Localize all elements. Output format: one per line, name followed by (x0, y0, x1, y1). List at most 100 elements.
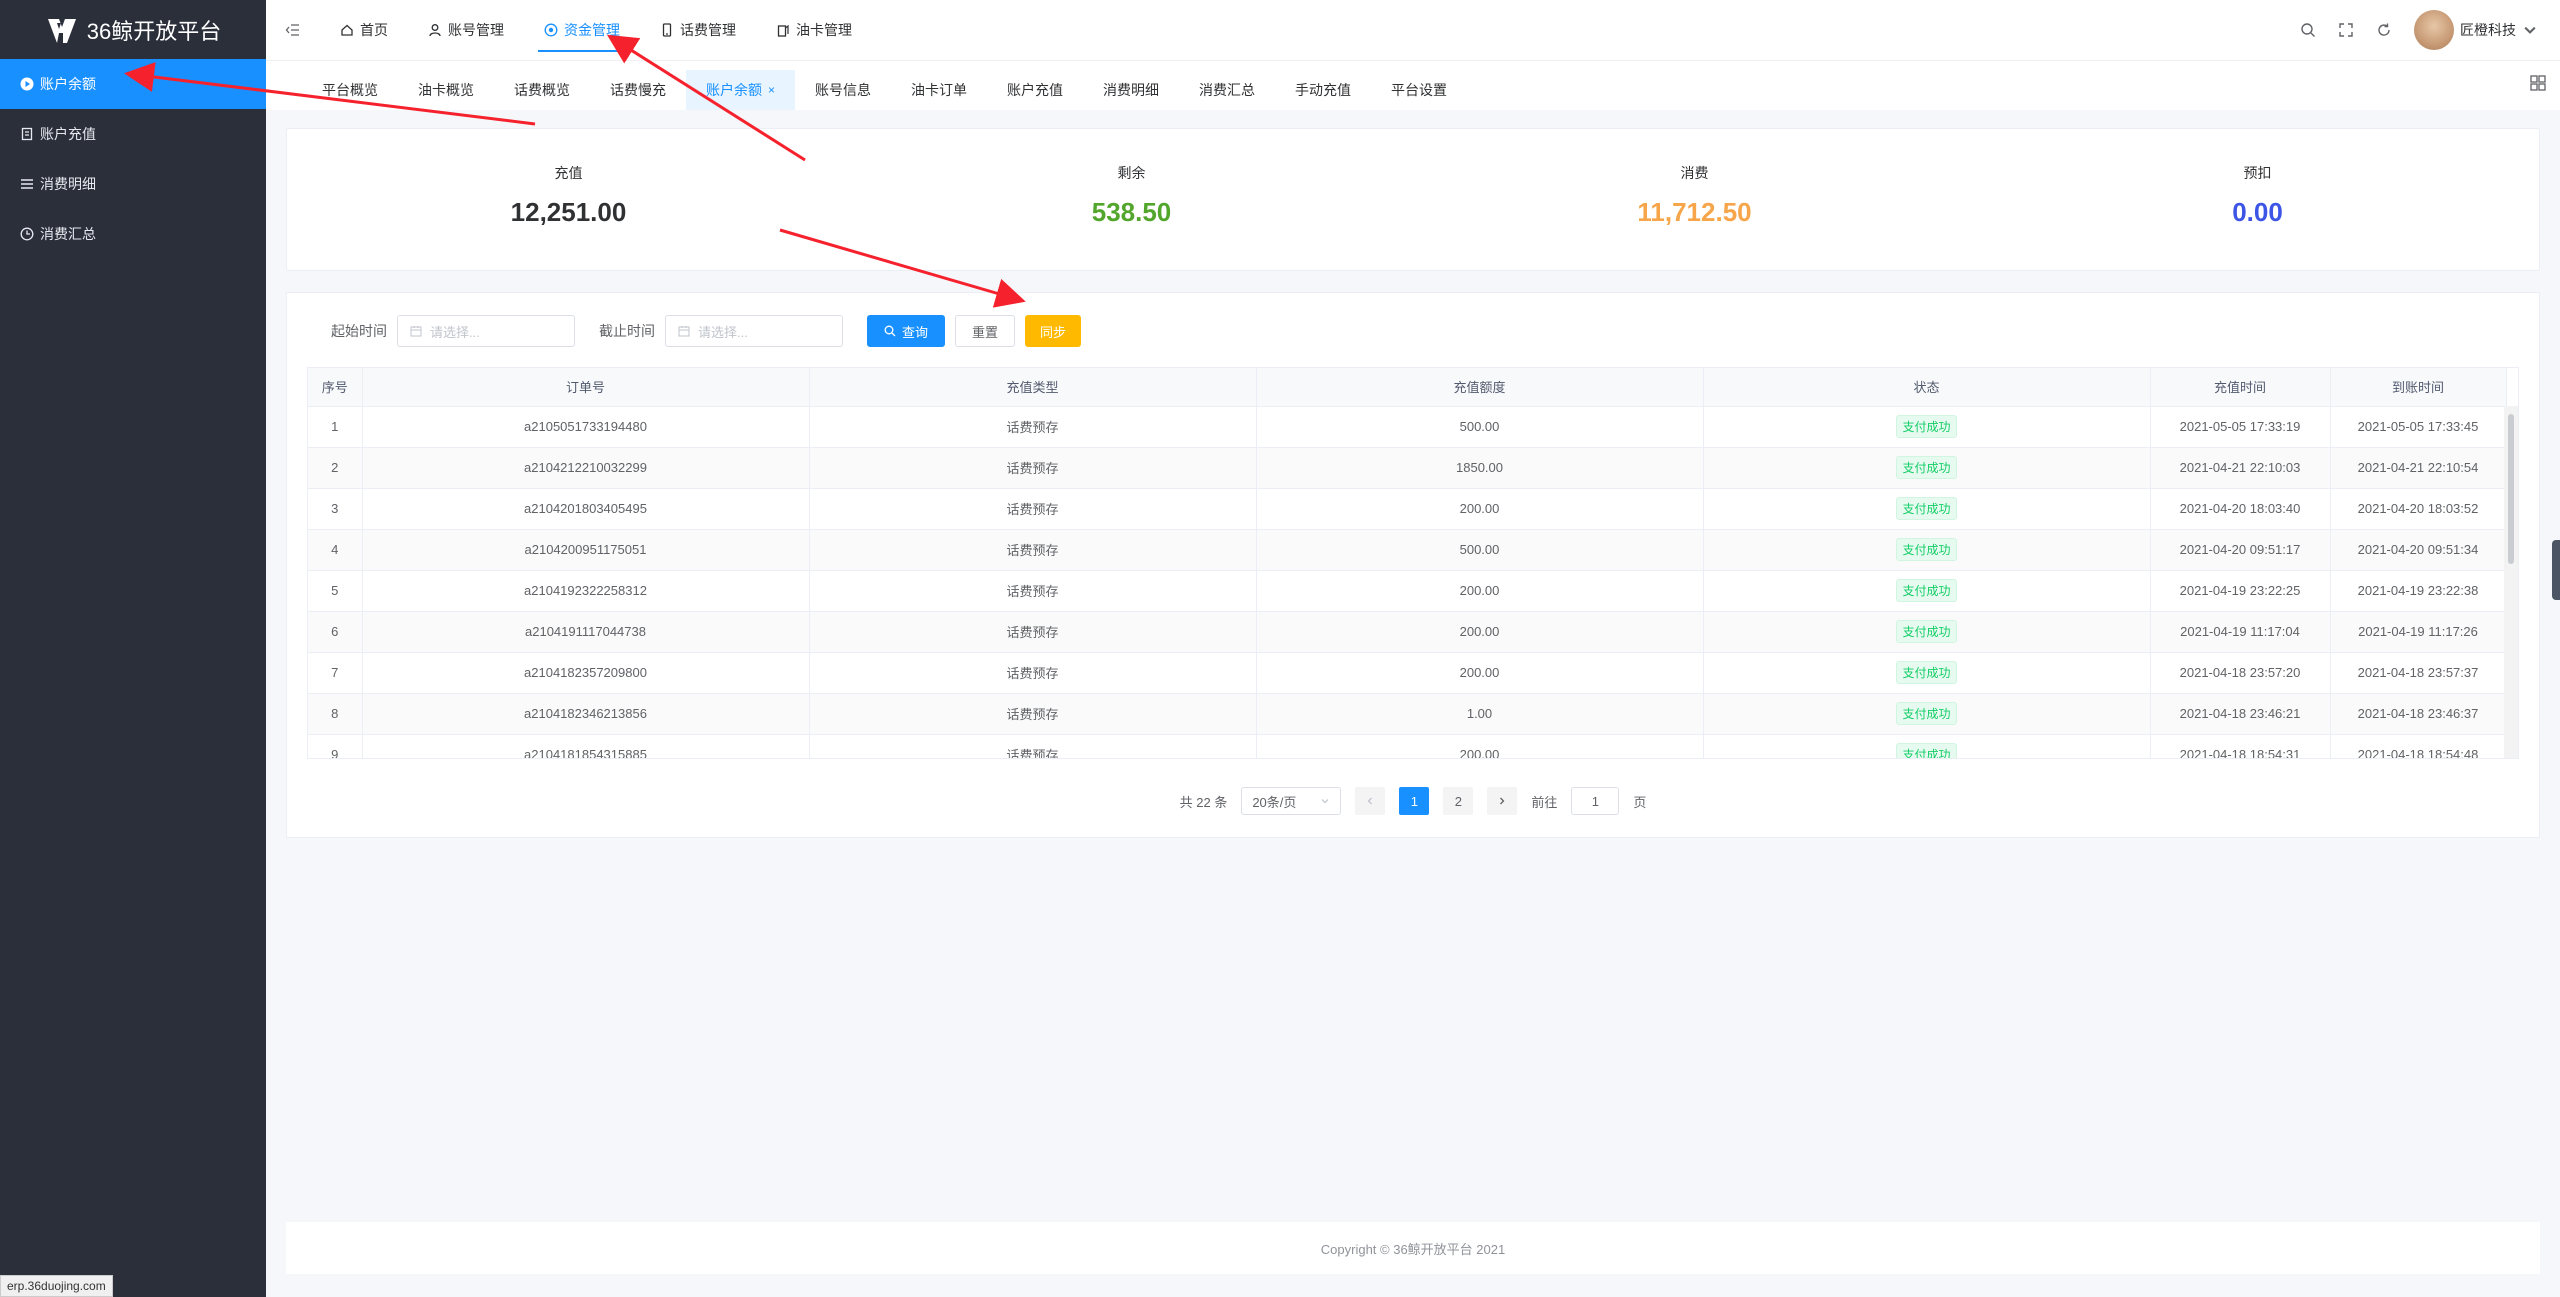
cell-type: 话费预存 (809, 406, 1257, 448)
tab-label: 话费慢充 (610, 82, 666, 98)
side-drawer-handle[interactable] (2552, 540, 2560, 600)
collapse-menu-icon[interactable] (266, 22, 320, 38)
cell-status: 支付成功 (1703, 406, 2151, 448)
search-icon[interactable] (2300, 22, 2316, 38)
cell-type: 话费预存 (809, 529, 1257, 571)
tab-consumption-detail[interactable]: 消费明细 (1083, 70, 1179, 110)
table-row[interactable]: 3 a2104201803405495 话费预存 200.00 支付成功 202… (308, 488, 2507, 530)
cell-type: 话费预存 (809, 570, 1257, 612)
col-recharge-type[interactable]: 充值类型 (809, 368, 1257, 407)
topnav-label: 账号管理 (448, 22, 504, 38)
tab-platform-settings[interactable]: 平台设置 (1371, 70, 1467, 110)
cell-order-no: a2104192322258312 (362, 570, 810, 612)
scrollbar-thumb[interactable] (2508, 414, 2514, 564)
status-badge: 支付成功 (1896, 620, 1957, 643)
tab-phone-fee-overview[interactable]: 话费概览 (494, 70, 590, 110)
table-row[interactable]: 9 a2104181854315885 话费预存 200.00 支付成功 202… (308, 734, 2507, 758)
tab-account-info[interactable]: 账号信息 (795, 70, 891, 110)
col-index[interactable]: 序号 (308, 368, 363, 407)
cell-index: 6 (308, 611, 363, 653)
search-button-label: 查询 (902, 324, 929, 340)
user-menu[interactable]: 匠橙科技 (2414, 10, 2538, 50)
refresh-icon[interactable] (2376, 22, 2392, 38)
topnav-label: 话费管理 (680, 22, 736, 38)
sidebar-item-account-recharge[interactable]: 账户充值 (0, 109, 266, 159)
col-order-no[interactable]: 订单号 (362, 368, 810, 407)
balance-stats-card: 充值 12,251.00 剩余 538.50 消费 11,712.50 预扣 0… (286, 128, 2540, 271)
cell-arrival-time: 2021-05-05 17:33:45 (2330, 406, 2507, 448)
pagination: 共 22 条 20条/页 1 2 前往 1 页 (287, 787, 2539, 815)
cell-recharge-time: 2021-04-19 11:17:04 (2150, 611, 2331, 653)
page-1-button[interactable]: 1 (1399, 787, 1430, 815)
cell-index: 2 (308, 447, 363, 489)
table-row[interactable]: 2 a2104212210032299 话费预存 1850.00 支付成功 20… (308, 447, 2507, 489)
topnav-home[interactable]: 首页 (320, 0, 408, 60)
table-row[interactable]: 1 a2105051733194480 话费预存 500.00 支付成功 202… (308, 406, 2507, 448)
tab-label: 油卡概览 (418, 82, 474, 98)
tab-platform-overview[interactable]: 平台概览 (302, 70, 398, 110)
cell-order-no: a2104182357209800 (362, 652, 810, 694)
topnav-fund-management[interactable]: 资金管理 (524, 0, 640, 60)
tab-account-balance[interactable]: 账户余额 × (686, 70, 796, 110)
start-time-picker[interactable]: 请选择... (397, 315, 575, 347)
page-2-button[interactable]: 2 (1443, 787, 1474, 815)
sidebar-item-label: 消费汇总 (40, 226, 96, 242)
tags-view: 平台概览 油卡概览 话费概览 话费慢充 账户余额 × 账号信息 油卡订单 账户充… (266, 60, 2560, 110)
col-recharge-time[interactable]: 充值时间 (2150, 368, 2331, 407)
table-row[interactable]: 7 a2104182357209800 话费预存 200.00 支付成功 202… (308, 652, 2507, 694)
footer: Copyright © 36鲸开放平台 2021 (286, 1222, 2540, 1274)
sidebar-item-account-balance[interactable]: 账户余额 (0, 59, 266, 109)
page-unit: 页 (1633, 794, 1647, 810)
status-badge: 支付成功 (1896, 497, 1957, 520)
cell-status: 支付成功 (1703, 652, 2151, 694)
tab-account-recharge[interactable]: 账户充值 (987, 70, 1083, 110)
col-amount[interactable]: 充值额度 (1256, 368, 1704, 407)
calendar-icon (678, 326, 690, 337)
table-row[interactable]: 5 a2104192322258312 话费预存 200.00 支付成功 202… (308, 570, 2507, 612)
cell-status: 支付成功 (1703, 570, 2151, 612)
home-icon (341, 24, 353, 36)
close-icon[interactable]: × (768, 83, 775, 97)
copyright-text: Copyright © 36鲸开放平台 2021 (1320, 1241, 1506, 1257)
col-arrival-time[interactable]: 到账时间 (2330, 368, 2507, 407)
sidebar: 36鲸开放平台 账户余额 账户充值 消费明细 消费汇总 (0, 0, 266, 1297)
sidebar-item-label: 账户充值 (40, 126, 96, 142)
page-size-select[interactable]: 20条/页 (1241, 787, 1342, 815)
tab-label: 账户充值 (1007, 82, 1064, 98)
cell-amount: 200.00 (1256, 734, 1704, 758)
reset-button[interactable]: 重置 (955, 315, 1016, 347)
total-count: 共 22 条 (1179, 794, 1228, 810)
sidebar-item-consumption-summary[interactable]: 消费汇总 (0, 209, 266, 259)
cell-order-no: a2104181854315885 (362, 734, 810, 758)
grid-icon[interactable] (2530, 75, 2546, 91)
logo[interactable]: 36鲸开放平台 (0, 0, 266, 59)
top-bar: 首页 账号管理 资金管理 话费管理 油卡管理 匠橙科技 (266, 0, 2560, 60)
table-row[interactable]: 8 a2104182346213856 话费预存 1.00 支付成功 2021-… (308, 693, 2507, 735)
fullscreen-icon[interactable] (2338, 22, 2354, 38)
topnav-phone-fee-management[interactable]: 话费管理 (640, 0, 756, 60)
cell-status: 支付成功 (1703, 447, 2151, 489)
table-scrollbar[interactable] (2504, 406, 2518, 758)
prev-page-button[interactable] (1355, 787, 1386, 815)
reset-button-label: 重置 (972, 324, 999, 340)
tab-oil-card-orders[interactable]: 油卡订单 (891, 70, 987, 110)
goto-page-input[interactable]: 1 (1571, 787, 1620, 815)
stat-remaining: 剩余 538.50 (850, 129, 1413, 270)
cell-order-no: a2104212210032299 (362, 447, 810, 489)
sidebar-item-consumption-detail[interactable]: 消费明细 (0, 159, 266, 209)
tab-manual-recharge[interactable]: 手动充值 (1275, 70, 1371, 110)
table-row[interactable]: 6 a2104191117044738 话费预存 200.00 支付成功 202… (308, 611, 2507, 653)
topnav-account-management[interactable]: 账号管理 (408, 0, 524, 60)
fuel-icon (777, 24, 789, 37)
table-row[interactable]: 4 a2104200951175051 话费预存 500.00 支付成功 202… (308, 529, 2507, 571)
topnav-oil-card-management[interactable]: 油卡管理 (756, 0, 872, 60)
tab-phone-fee-slow-recharge[interactable]: 话费慢充 (590, 70, 686, 110)
col-status[interactable]: 状态 (1703, 368, 2151, 407)
search-button[interactable]: 查询 (867, 315, 946, 347)
sync-button[interactable]: 同步 (1025, 315, 1082, 347)
top-nav: 首页 账号管理 资金管理 话费管理 油卡管理 (320, 0, 872, 60)
next-page-button[interactable] (1487, 787, 1518, 815)
end-time-picker[interactable]: 请选择... (665, 315, 843, 347)
tab-consumption-summary[interactable]: 消费汇总 (1179, 70, 1275, 110)
tab-oil-card-overview[interactable]: 油卡概览 (398, 70, 494, 110)
